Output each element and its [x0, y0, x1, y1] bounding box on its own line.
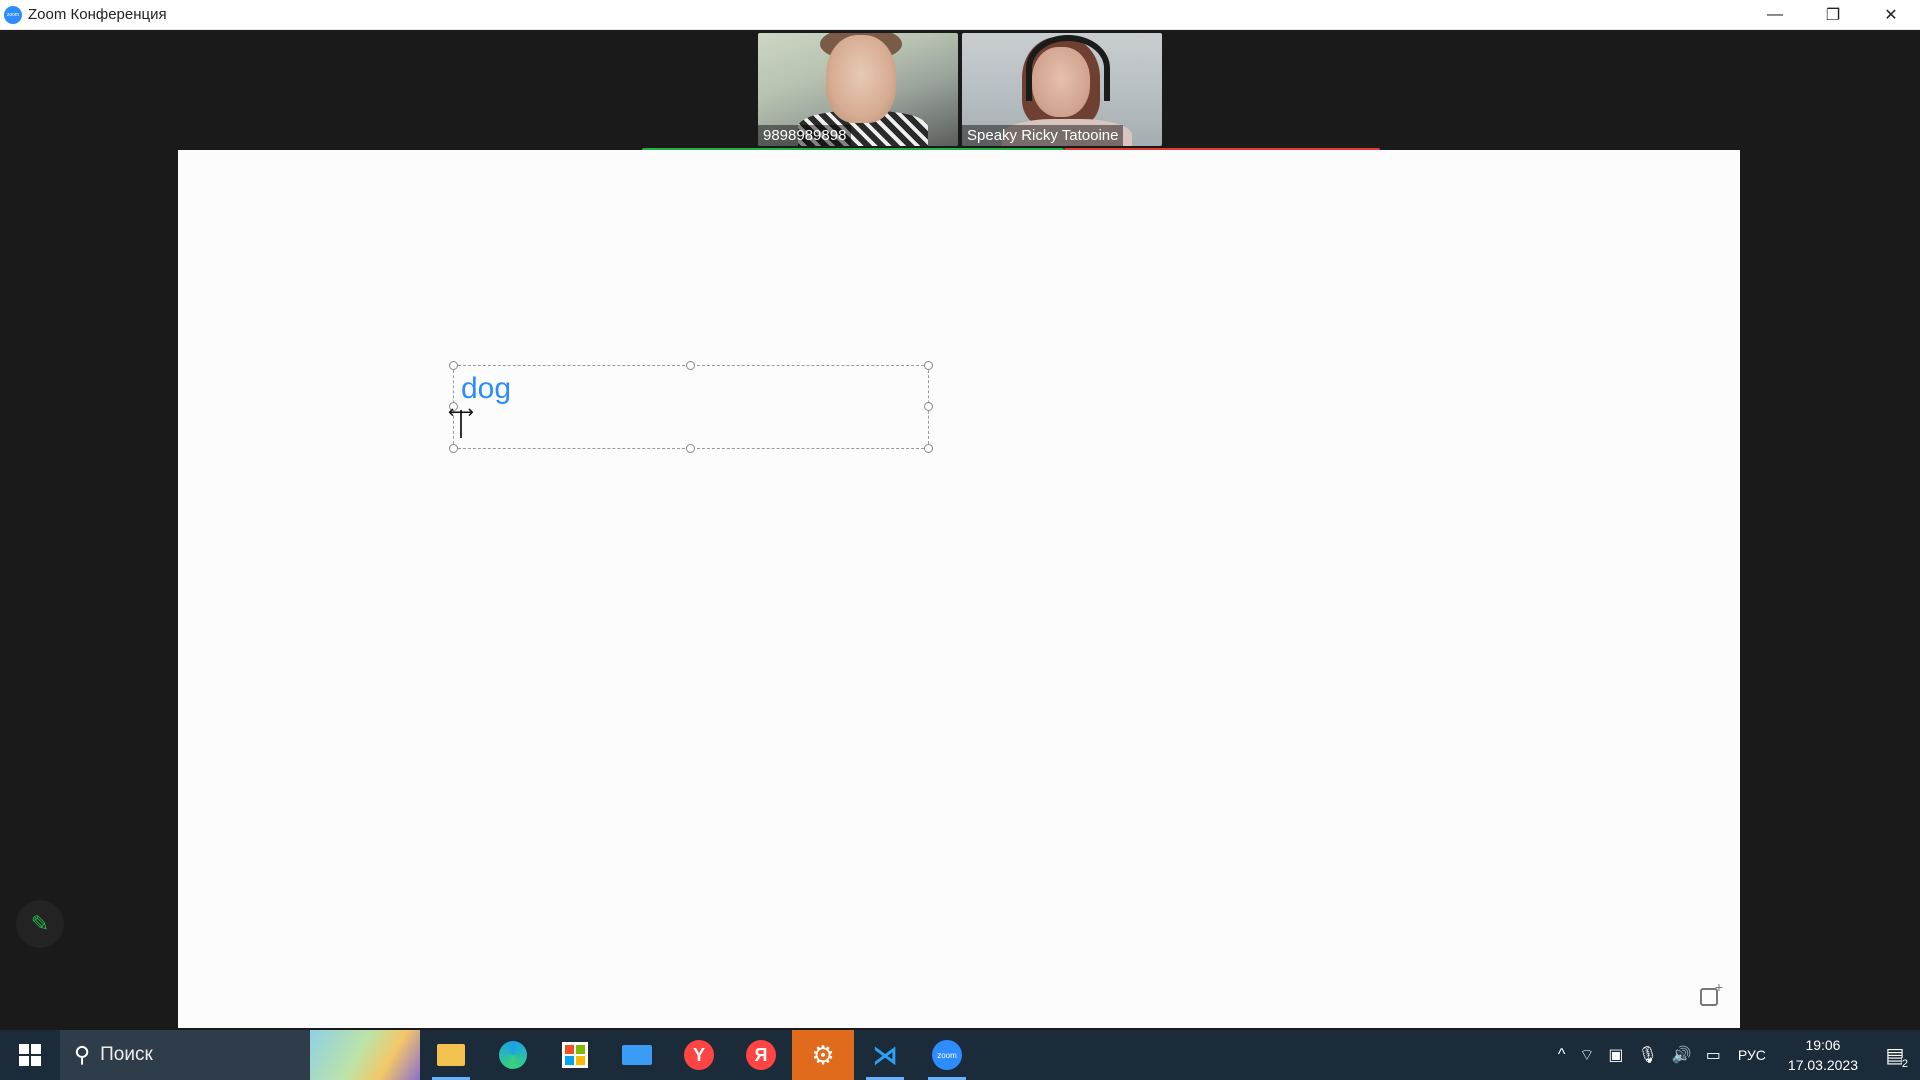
participant-name-2: Speaky Ricky Tatooine: [962, 125, 1124, 146]
gear-icon: ⚙: [811, 1039, 835, 1070]
search-placeholder: Поиск: [100, 1044, 153, 1065]
participant-video-2[interactable]: Speaky Ricky Tatooine: [962, 33, 1162, 146]
zoom-logo-icon: zoom: [4, 5, 22, 24]
chevron-up-icon[interactable]: ^: [1551, 1046, 1573, 1064]
system-tray: ^ ⌔ ▣ 🎙 🔊 ▭ РУС 19:06 17.03.2023 ▤ 2: [1551, 1030, 1920, 1080]
volume-icon[interactable]: 🔊: [1665, 1045, 1699, 1065]
store-icon: [562, 1042, 588, 1068]
taskbar-search[interactable]: ⚲ Поиск: [60, 1030, 420, 1080]
restore-button[interactable]: ❐: [1804, 0, 1862, 29]
whiteboard-text[interactable]: dog: [461, 372, 511, 406]
resize-handle[interactable]: [924, 361, 933, 370]
edge-icon: [499, 1041, 527, 1069]
yandex-browser-icon: Y: [684, 1040, 714, 1070]
camera-icon[interactable]: ▣: [1601, 1045, 1630, 1065]
close-button[interactable]: ✕: [1862, 0, 1920, 29]
resize-handle[interactable]: [449, 361, 458, 370]
text-box[interactable]: dog ⟷: [448, 361, 933, 453]
taskbar-file-explorer[interactable]: [420, 1030, 482, 1080]
notification-count: 2: [1901, 1058, 1908, 1070]
taskbar-yandex-browser[interactable]: Y: [668, 1030, 730, 1080]
clock-time: 19:06: [1805, 1037, 1841, 1053]
resize-handle[interactable]: [924, 402, 933, 411]
taskbar: ⚲ Поиск Y Я ⚙ ⋊ zoom ^ ⌔ ▣ 🎙 🔊 ▭ РУС 19:…: [0, 1030, 1920, 1080]
network-icon[interactable]: ⌔: [1572, 1045, 1601, 1065]
clock[interactable]: 19:06 17.03.2023: [1776, 1035, 1870, 1075]
whiteboard-canvas[interactable]: dog ⟷ +: [178, 150, 1740, 1028]
zoom-icon: zoom: [932, 1040, 962, 1070]
clock-date: 17.03.2023: [1787, 1057, 1858, 1073]
start-button[interactable]: [0, 1030, 60, 1080]
search-icon: ⚲: [74, 1042, 91, 1067]
share-icon[interactable]: +: [1700, 979, 1723, 1006]
participant-video-1[interactable]: 9898989898: [758, 33, 958, 146]
yandex-icon: Я: [746, 1040, 776, 1070]
mail-icon: [622, 1045, 652, 1065]
participant-face: [826, 35, 896, 123]
resize-cursor-icon: ⟷: [448, 402, 474, 422]
window-controls: — ❐ ✕: [1746, 0, 1920, 29]
microphone-icon[interactable]: 🎙: [1631, 1045, 1665, 1065]
participant-name-1: 9898989898: [758, 125, 852, 146]
resize-handle[interactable]: [449, 444, 458, 453]
window-title: Zoom Конференция: [28, 6, 167, 23]
taskbar-yandex[interactable]: Я: [730, 1030, 792, 1080]
meeting-area: 9898989898 Speaky Ricky Tatooine dog ⟷ +…: [0, 30, 1920, 1029]
taskbar-mail[interactable]: [606, 1030, 668, 1080]
taskbar-store[interactable]: [544, 1030, 606, 1080]
window-titlebar: zoom Zoom Конференция — ❐ ✕: [0, 0, 1920, 30]
folder-icon: [437, 1044, 465, 1066]
resize-handle[interactable]: [686, 361, 695, 370]
annotate-button[interactable]: ✎: [16, 900, 64, 948]
search-highlight-image: [310, 1030, 420, 1080]
pencil-icon: ✎: [30, 911, 50, 936]
plus-icon: +: [1714, 979, 1723, 995]
resize-handle[interactable]: [924, 444, 933, 453]
headset: [1026, 35, 1110, 101]
windows-logo-icon: [19, 1044, 41, 1066]
battery-icon[interactable]: ▭: [1699, 1045, 1728, 1065]
taskbar-settings[interactable]: ⚙: [792, 1030, 854, 1080]
notifications-button[interactable]: ▤ 2: [1870, 1030, 1920, 1080]
resize-handle[interactable]: [686, 444, 695, 453]
taskbar-vscode[interactable]: ⋊: [854, 1030, 916, 1080]
language-indicator[interactable]: РУС: [1728, 1047, 1776, 1063]
taskbar-edge[interactable]: [482, 1030, 544, 1080]
taskbar-zoom[interactable]: zoom: [916, 1030, 978, 1080]
minimize-button[interactable]: —: [1746, 0, 1804, 29]
vscode-icon: ⋊: [872, 1039, 898, 1070]
